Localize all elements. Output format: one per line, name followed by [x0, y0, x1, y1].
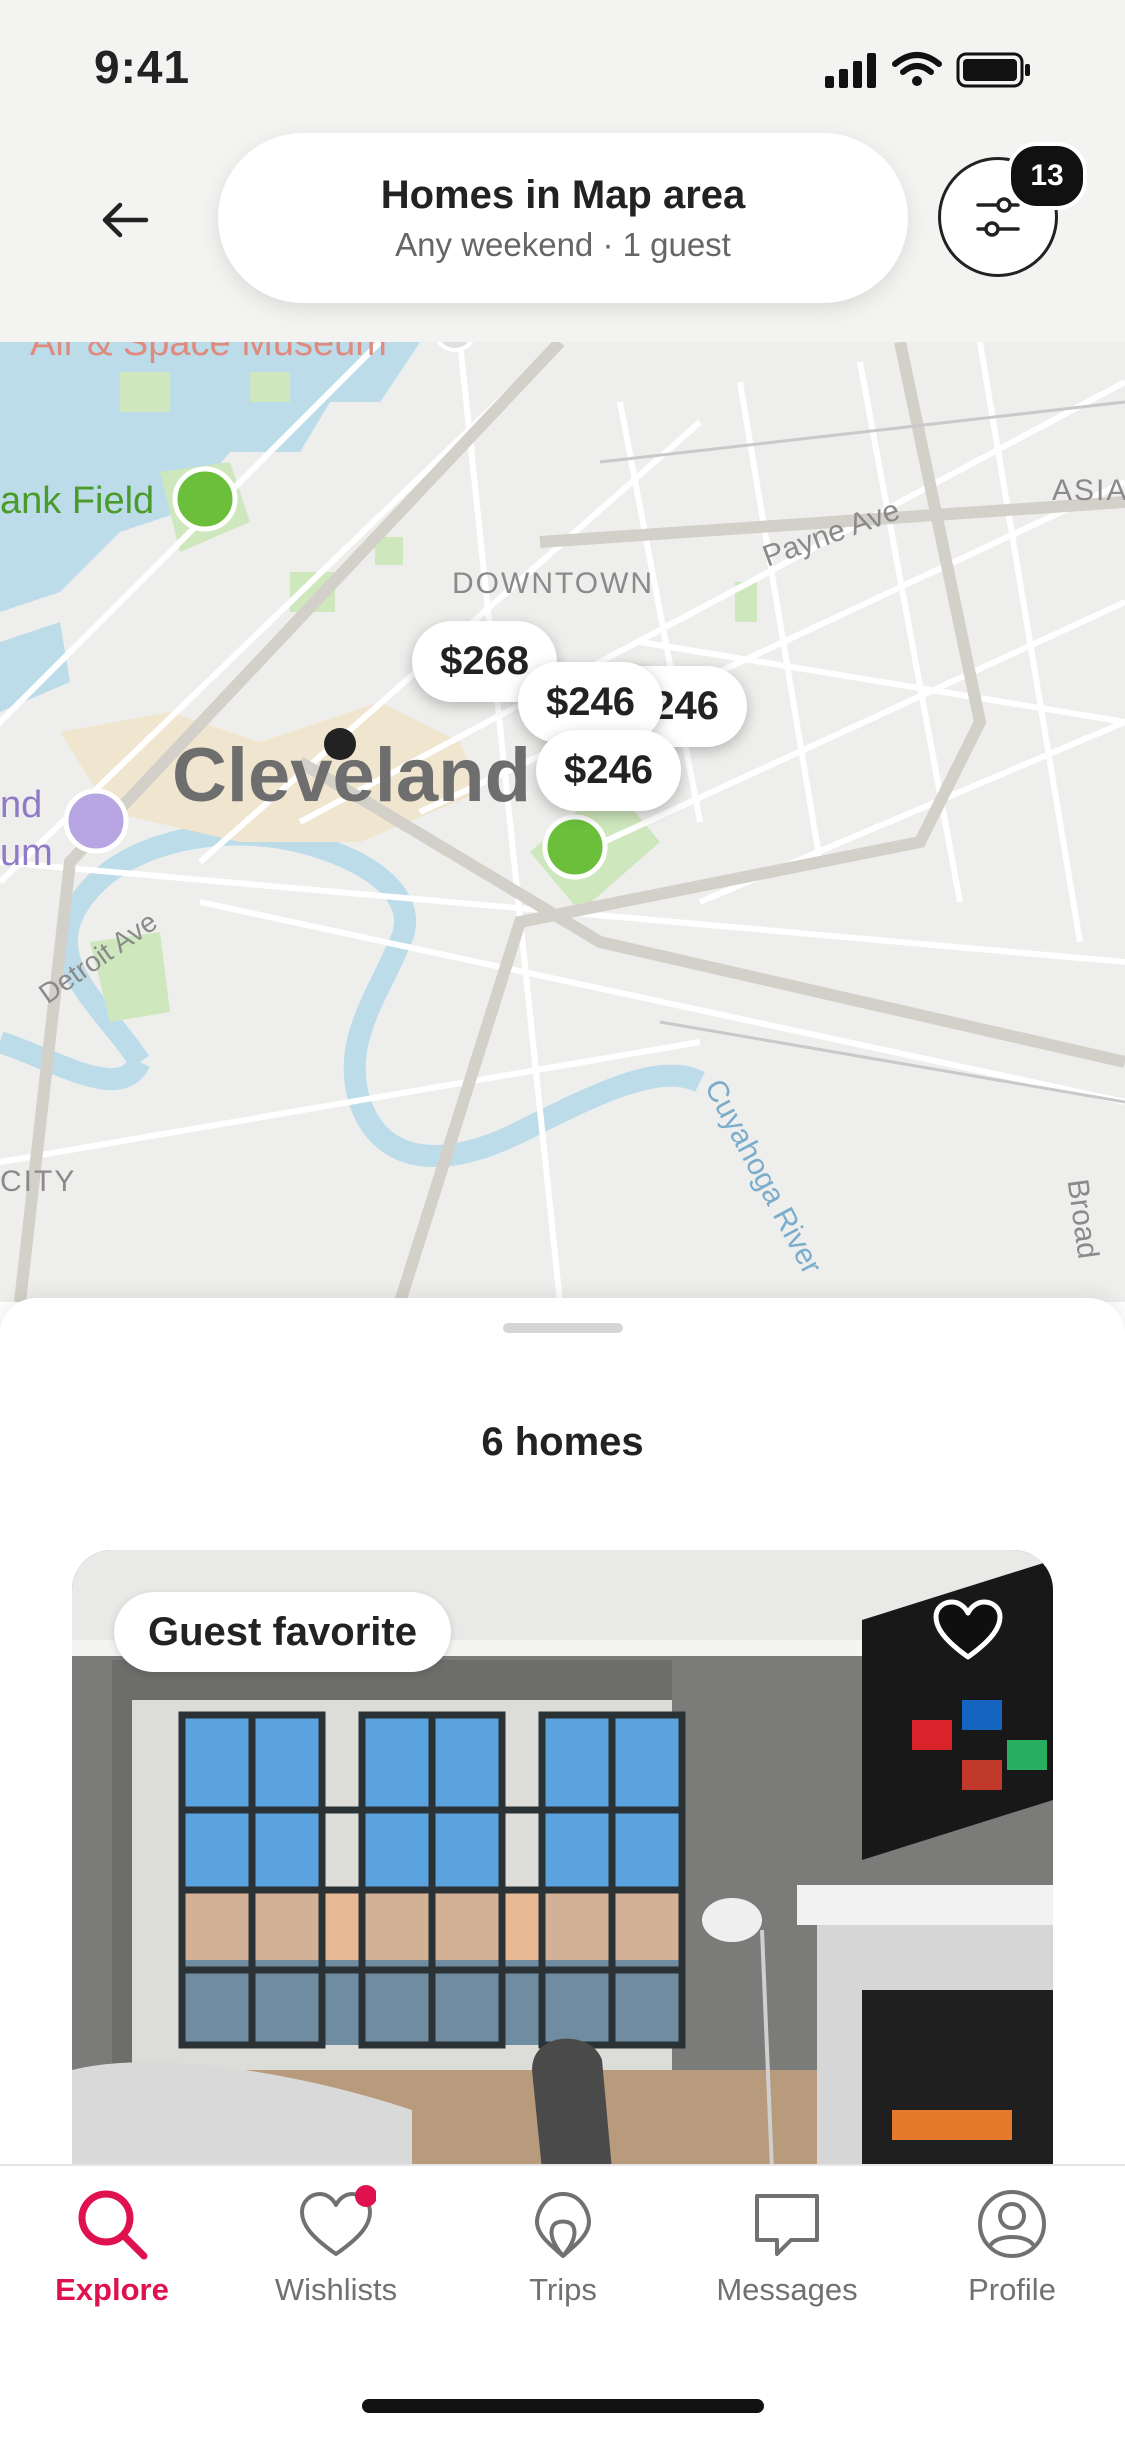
signal-icon — [825, 53, 876, 88]
tab-label: Wishlists — [274, 2272, 398, 2307]
status-time: 9:41 — [94, 41, 191, 93]
home-indicator[interactable] — [362, 2399, 764, 2413]
map-label-field: ank Field — [0, 480, 155, 522]
map-label-nd: nd — [0, 784, 43, 826]
sheet-handle[interactable] — [503, 1323, 623, 1333]
map-label-um: um — [0, 832, 53, 874]
map-label-city: CITY — [0, 1165, 77, 1198]
price-pin[interactable]: $246 — [536, 730, 681, 811]
search-title: Homes in Map area — [380, 172, 746, 217]
back-button[interactable] — [80, 180, 170, 260]
airbnb-icon — [535, 2192, 591, 2258]
tab-messages[interactable]: Messages — [697, 2184, 877, 2308]
window — [178, 1711, 686, 2049]
tab-profile[interactable]: Profile — [922, 2184, 1102, 2308]
map[interactable]: Air & Space Museum ank Field DOWNTOWN Pa… — [0, 342, 1125, 1302]
filter-count-badge: 13 — [1007, 142, 1087, 210]
status-icons — [825, 50, 1065, 90]
wifi-icon — [892, 52, 942, 75]
homes-count: 6 homes — [481, 1420, 644, 1464]
tab-label: Messages — [716, 2272, 858, 2307]
heart-icon — [300, 2185, 376, 2256]
map-label-downtown: DOWNTOWN — [452, 567, 655, 600]
tab-trips[interactable]: Trips — [473, 2184, 653, 2308]
search-pill[interactable]: Homes in Map area Any weekend · 1 guest — [218, 133, 908, 303]
profile-icon — [978, 2190, 1046, 2258]
search-subtitle: Any weekend · 1 guest — [395, 225, 731, 263]
heart-icon — [933, 1599, 1003, 1660]
tab-label: Profile — [968, 2272, 1056, 2307]
search-icon — [78, 2190, 148, 2260]
map-label-asia: ASIA — [1052, 474, 1125, 507]
guest-favorite-badge: Guest favorite — [114, 1592, 451, 1672]
battery-icon — [956, 52, 1030, 88]
map-label-cleveland: Cleveland — [172, 733, 532, 818]
map-label-museum: Air & Space Museum — [30, 342, 387, 364]
favorite-button[interactable] — [928, 1590, 1008, 1670]
tab-label: Trips — [529, 2272, 597, 2307]
tab-explore[interactable]: Explore — [22, 2184, 202, 2308]
tab-label: Explore — [55, 2272, 169, 2307]
arrow-left-icon — [102, 202, 149, 238]
message-icon — [755, 2194, 819, 2256]
map-canvas — [0, 342, 1125, 1302]
tab-wishlists[interactable]: Wishlists — [246, 2184, 426, 2308]
